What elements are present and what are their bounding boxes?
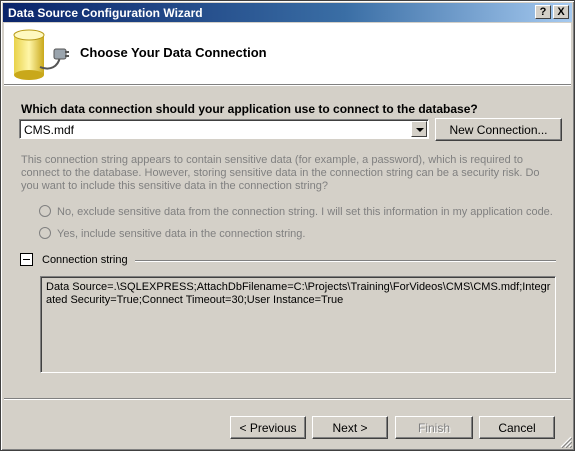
footer-divider bbox=[4, 398, 571, 400]
close-button[interactable]: X bbox=[553, 5, 569, 19]
title-bar[interactable]: Data Source Configuration Wizard ? X bbox=[3, 3, 572, 22]
window-title: Data Source Configuration Wizard bbox=[8, 6, 203, 20]
connection-question-label: Which data connection should your applic… bbox=[21, 102, 478, 116]
connection-combobox-value: CMS.mdf bbox=[24, 123, 75, 137]
collapse-icon[interactable] bbox=[20, 253, 33, 266]
finish-button: Finish bbox=[395, 416, 473, 439]
page-title: Choose Your Data Connection bbox=[80, 45, 267, 60]
wizard-window: Data Source Configuration Wizard ? X Cho… bbox=[0, 0, 575, 451]
connection-combobox[interactable]: CMS.mdf bbox=[19, 119, 429, 139]
include-sensitive-label: Yes, include sensitive data in the conne… bbox=[57, 228, 306, 240]
cancel-button[interactable]: Cancel bbox=[479, 416, 555, 439]
exclude-sensitive-label: No, exclude sensitive data from the conn… bbox=[57, 206, 553, 218]
resize-grip-icon[interactable] bbox=[560, 436, 572, 448]
connection-string-label: Connection string bbox=[42, 254, 128, 266]
next-button[interactable]: Next > bbox=[312, 416, 388, 439]
connection-string-text: Data Source=.\SQLEXPRESS;AttachDbFilenam… bbox=[46, 281, 551, 306]
connection-string-field[interactable]: Data Source=.\SQLEXPRESS;AttachDbFilenam… bbox=[40, 276, 556, 373]
include-sensitive-radio[interactable]: Yes, include sensitive data in the conne… bbox=[39, 227, 305, 240]
exclude-sensitive-radio[interactable]: No, exclude sensitive data from the conn… bbox=[39, 205, 553, 218]
previous-button[interactable]: < Previous bbox=[230, 416, 306, 439]
radio-icon bbox=[39, 227, 51, 239]
sensitive-data-description: This connection string appears to contai… bbox=[21, 154, 540, 192]
wizard-header: Choose Your Data Connection bbox=[4, 23, 571, 86]
radio-icon bbox=[39, 205, 51, 217]
database-plug-icon bbox=[13, 29, 69, 80]
help-button[interactable]: ? bbox=[535, 5, 551, 19]
new-connection-button[interactable]: New Connection... bbox=[435, 118, 562, 141]
divider bbox=[135, 260, 556, 262]
chevron-down-icon[interactable] bbox=[411, 121, 427, 137]
